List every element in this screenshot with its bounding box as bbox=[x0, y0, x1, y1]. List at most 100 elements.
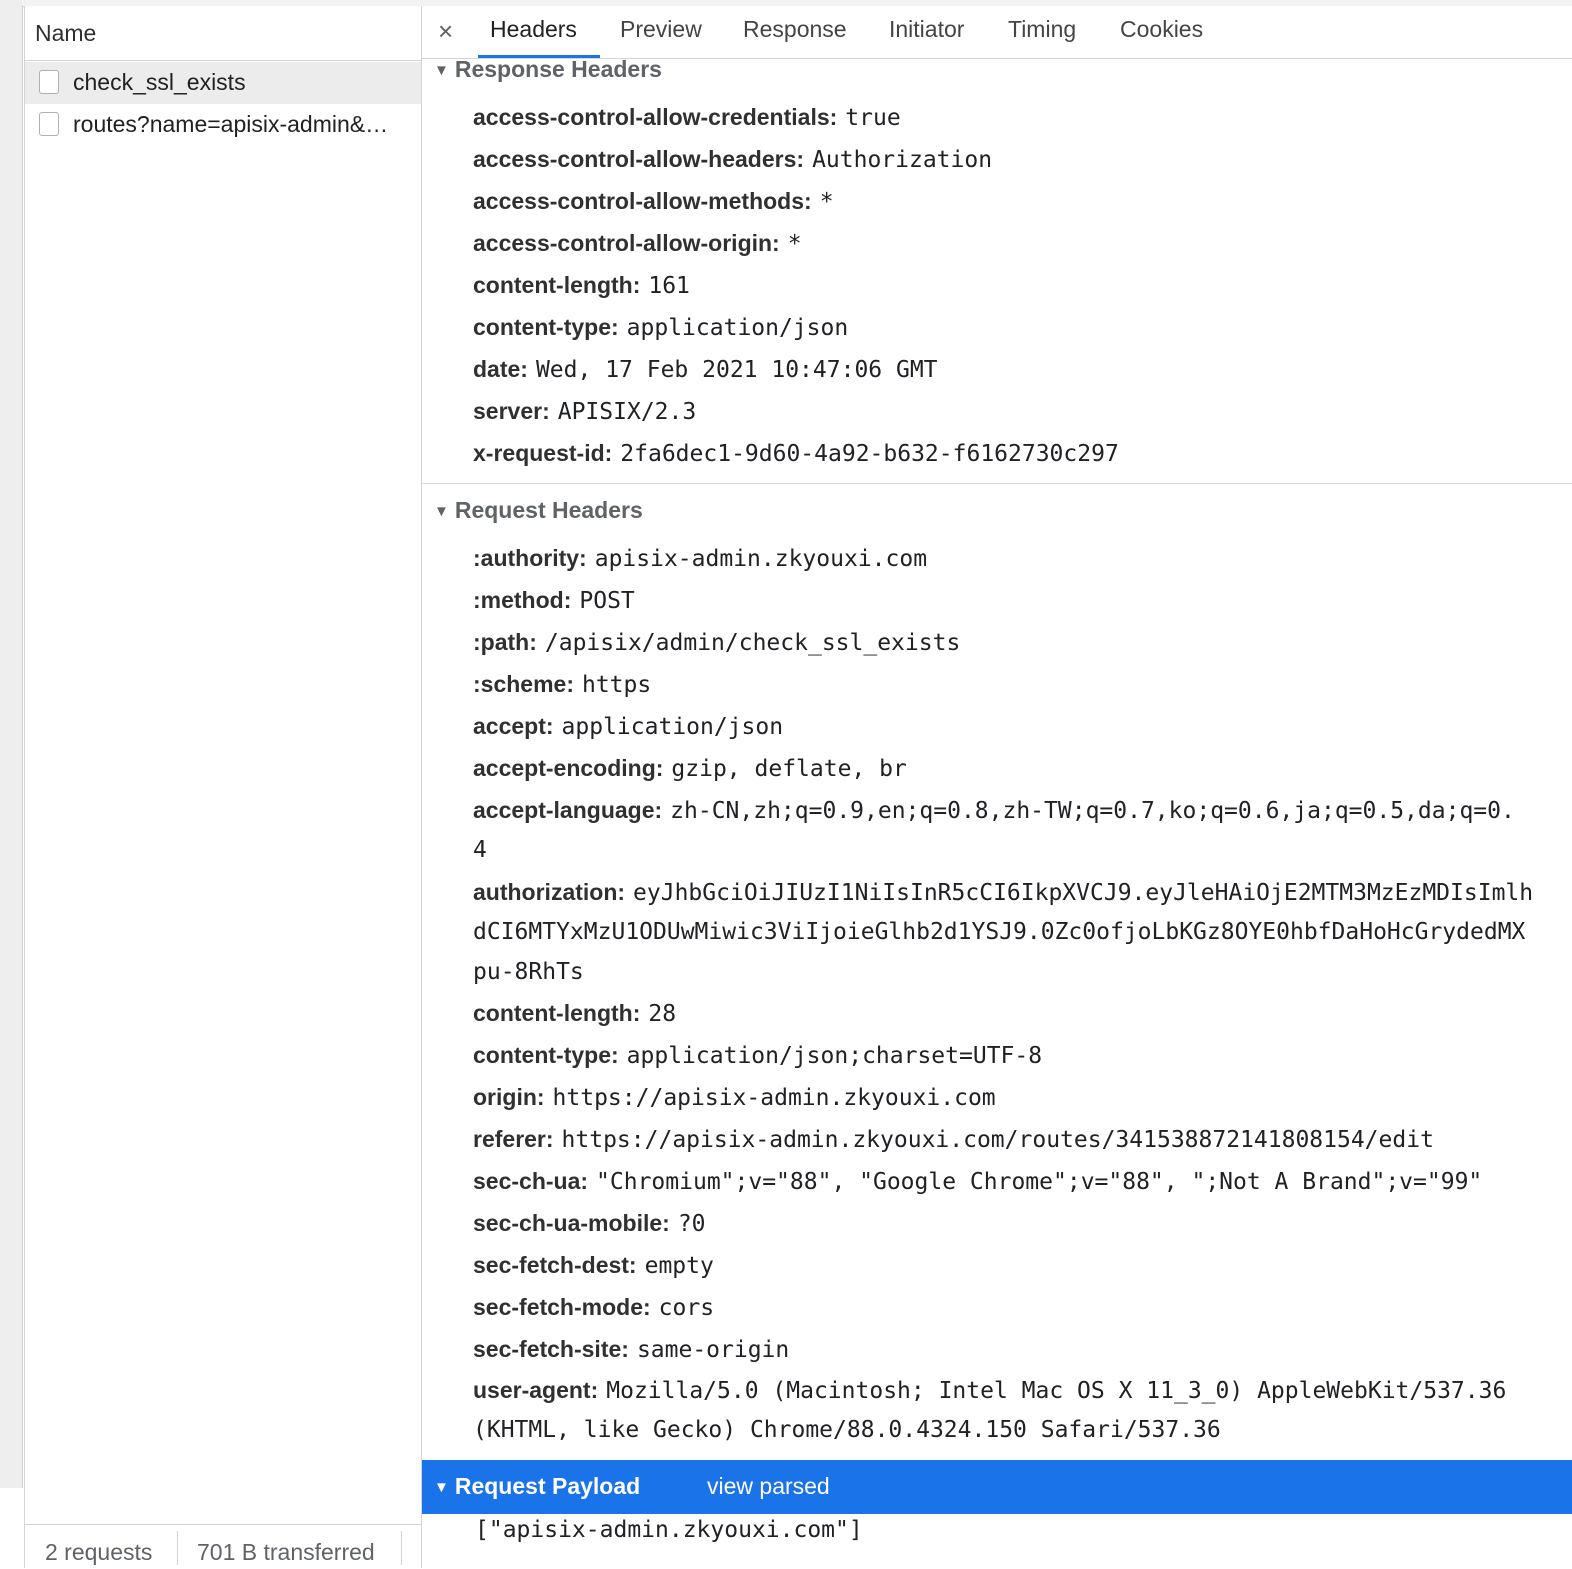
request-header-row: sec-fetch-mode: cors bbox=[473, 1287, 714, 1328]
footer-divider bbox=[401, 1531, 402, 1565]
header-key: sec-fetch-mode: bbox=[473, 1294, 651, 1320]
request-header-row: accept-language: zh-CN,zh;q=0.9,en;q=0.8,… bbox=[473, 790, 1515, 831]
request-header-row: sec-ch-ua: "Chromium";v="88", "Google Chr… bbox=[473, 1161, 1482, 1202]
request-header-row: accept-encoding: gzip, deflate, br bbox=[473, 748, 907, 789]
response-header-row: access-control-allow-headers: Authorizati… bbox=[473, 139, 992, 180]
header-key: authorization: bbox=[473, 879, 626, 905]
request-header-row: authorization: eyJhbGciOiJIUzI1NiIsInR5cC… bbox=[473, 872, 1533, 913]
header-value-continuation: (KHTML, like Gecko) Chrome/88.0.4324.150… bbox=[473, 1417, 1221, 1443]
request-payload-body: ["apisix-admin.zkyouxi.com"] bbox=[475, 1517, 863, 1543]
request-header-row: sec-ch-ua-mobile: ?0 bbox=[473, 1203, 706, 1244]
header-value: https://apisix-admin.zkyouxi.com/routes/… bbox=[561, 1127, 1434, 1153]
left-edge-strip-bottom bbox=[0, 1488, 22, 1568]
response-header-row: date: Wed, 17 Feb 2021 10:47:06 GMT bbox=[473, 349, 938, 390]
header-value: application/json;charset=UTF-8 bbox=[626, 1043, 1043, 1069]
request-row[interactable]: routes?name=apisix-admin&… bbox=[25, 104, 421, 146]
header-value: ?0 bbox=[677, 1211, 706, 1237]
request-header-row: :authority: apisix-admin.zkyouxi.com bbox=[473, 538, 927, 579]
header-key: sec-ch-ua: bbox=[473, 1168, 589, 1194]
request-payload-title: Request Payload bbox=[454, 1473, 641, 1499]
request-header-row: user-agent: Mozilla/5.0 (Macintosh; Intel… bbox=[473, 1370, 1506, 1411]
request-header-row: referer: https://apisix-admin.zkyouxi.com… bbox=[473, 1119, 1434, 1160]
header-value: POST bbox=[579, 588, 635, 614]
header-value-continuation: pu-8RhTs bbox=[473, 959, 584, 985]
header-value: application/json bbox=[561, 714, 784, 740]
header-value: cors bbox=[658, 1295, 715, 1321]
header-key: :method: bbox=[473, 587, 572, 613]
header-value: zh-CN,zh;q=0.9,en;q=0.8,zh-TW;q=0.7,ko;q… bbox=[670, 798, 1515, 824]
response-header-row: content-length: 161 bbox=[473, 265, 690, 306]
transferred-size: 701 B transferred bbox=[197, 1539, 375, 1565]
request-row[interactable]: check_ssl_exists bbox=[25, 62, 421, 104]
view-parsed-link[interactable]: view parsed bbox=[707, 1473, 830, 1500]
response-header-row: x-request-id: 2fa6dec1-9d60-4a92-b632-f61… bbox=[473, 433, 1119, 474]
header-value: true bbox=[845, 105, 901, 131]
triangle-down-icon: ▼ bbox=[434, 503, 449, 520]
header-key: date: bbox=[473, 356, 528, 382]
header-key: server: bbox=[473, 398, 550, 424]
tab-cookies[interactable]: Cookies bbox=[1120, 16, 1203, 43]
header-value: empty bbox=[644, 1253, 714, 1279]
header-value: * bbox=[787, 231, 802, 257]
request-payload-bar[interactable]: ▼ Request Payload view parsed bbox=[422, 1460, 1572, 1514]
header-key: content-type: bbox=[473, 1042, 619, 1068]
header-key: sec-ch-ua-mobile: bbox=[473, 1210, 670, 1236]
name-column-header[interactable]: Name bbox=[25, 6, 421, 61]
header-value: 161 bbox=[648, 273, 690, 299]
response-header-row: access-control-allow-origin: * bbox=[473, 223, 802, 264]
details-panel: × Headers Preview Response Initiator Tim… bbox=[422, 6, 1572, 1568]
request-header-row: :scheme: https bbox=[473, 664, 651, 705]
header-key: referer: bbox=[473, 1126, 554, 1152]
header-value: gzip, deflate, br bbox=[671, 756, 907, 782]
tab-response[interactable]: Response bbox=[743, 16, 847, 43]
response-headers-title: Response Headers bbox=[454, 56, 662, 82]
request-header-row: :path: /apisix/admin/check_ssl_exists bbox=[473, 622, 960, 663]
header-key: :scheme: bbox=[473, 671, 574, 697]
request-name: check_ssl_exists bbox=[73, 69, 246, 95]
header-key: :authority: bbox=[473, 545, 587, 571]
header-value: eyJhbGciOiJIUzI1NiIsInR5cCI6IkpXVCJ9.eyJ… bbox=[633, 880, 1534, 906]
request-header-row: origin: https://apisix-admin.zkyouxi.com bbox=[473, 1077, 996, 1118]
request-payload-toggle[interactable]: ▼ Request Payload bbox=[434, 1473, 640, 1500]
request-headers-toggle[interactable]: ▼ Request Headers bbox=[434, 497, 643, 524]
header-value: apisix-admin.zkyouxi.com bbox=[594, 546, 928, 572]
header-key: user-agent: bbox=[473, 1377, 599, 1403]
header-key: access-control-allow-methods: bbox=[473, 188, 812, 214]
header-value: Authorization bbox=[812, 147, 993, 173]
tab-initiator[interactable]: Initiator bbox=[889, 16, 964, 43]
requests-status-bar: 2 requests 701 B transferred bbox=[25, 1524, 421, 1569]
header-value: application/json bbox=[626, 315, 849, 341]
detail-tab-bar: × Headers Preview Response Initiator Tim… bbox=[422, 6, 1572, 59]
request-header-row: content-type: application/json;charset=UT… bbox=[473, 1035, 1042, 1076]
request-header-row: accept: application/json bbox=[473, 706, 783, 747]
header-value: APISIX/2.3 bbox=[557, 399, 697, 425]
header-key: sec-fetch-site: bbox=[473, 1336, 629, 1362]
header-value-continuation: dCI6MTYxMzU1ODUwMiwic3ViIjoieGlhb2d1YSJ9… bbox=[473, 919, 1526, 945]
tab-headers[interactable]: Headers bbox=[490, 16, 577, 43]
checkbox-icon[interactable] bbox=[39, 112, 59, 136]
triangle-down-icon: ▼ bbox=[434, 1479, 449, 1496]
request-headers-title: Request Headers bbox=[454, 497, 643, 523]
header-value: https bbox=[581, 672, 652, 698]
header-key: :path: bbox=[473, 629, 537, 655]
close-icon[interactable]: × bbox=[438, 16, 453, 47]
header-key: accept-encoding: bbox=[473, 755, 664, 781]
request-count: 2 requests bbox=[45, 1539, 153, 1565]
header-value: /apisix/admin/check_ssl_exists bbox=[544, 630, 961, 656]
left-edge-strip bbox=[0, 0, 23, 1488]
response-headers-toggle[interactable]: ▼ Response Headers bbox=[434, 56, 662, 83]
header-key: content-length: bbox=[473, 1000, 641, 1026]
triangle-down-icon: ▼ bbox=[434, 62, 449, 79]
tab-timing[interactable]: Timing bbox=[1008, 16, 1076, 43]
header-key: sec-fetch-dest: bbox=[473, 1252, 637, 1278]
requests-panel: Name check_ssl_exists routes?name=apisix… bbox=[24, 6, 423, 1569]
checkbox-icon[interactable] bbox=[39, 70, 59, 94]
request-header-row: sec-fetch-site: same-origin bbox=[473, 1329, 789, 1370]
request-header-row: :method: POST bbox=[473, 580, 635, 621]
header-key: x-request-id: bbox=[473, 440, 613, 466]
header-key: content-length: bbox=[473, 272, 641, 298]
header-value: https://apisix-admin.zkyouxi.com bbox=[552, 1085, 996, 1111]
tab-preview[interactable]: Preview bbox=[620, 16, 702, 43]
header-value: Wed, 17 Feb 2021 10:47:06 GMT bbox=[535, 357, 938, 383]
header-key: origin: bbox=[473, 1084, 545, 1110]
